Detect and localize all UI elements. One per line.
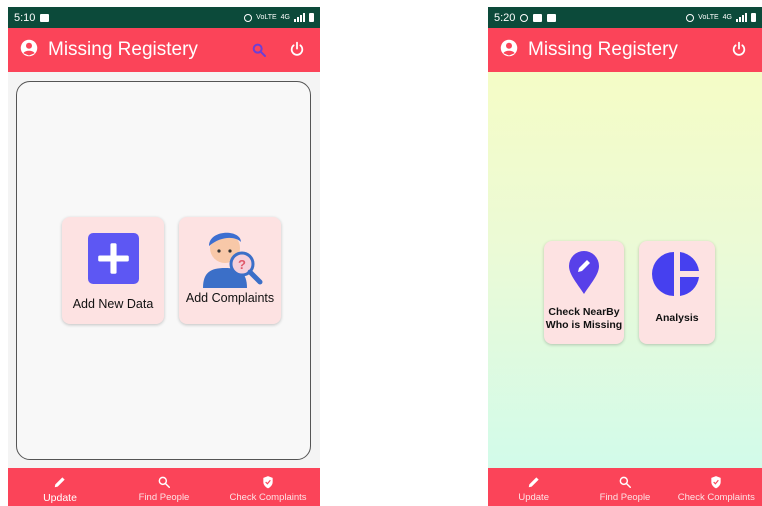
card-container: Add New Data ? Add Complaints bbox=[16, 81, 311, 460]
pencil-icon bbox=[54, 477, 65, 488]
app-bar: Missing Registery bbox=[8, 28, 320, 72]
nav-update[interactable]: Update bbox=[488, 468, 579, 506]
person-search-icon: ? bbox=[203, 232, 263, 288]
nav-find-people-label: Find People bbox=[599, 492, 651, 503]
power-icon[interactable] bbox=[730, 40, 748, 60]
signal-icon bbox=[294, 13, 305, 22]
analysis-card[interactable]: Analysis bbox=[639, 241, 715, 344]
add-complaints-label: Add Complaints bbox=[185, 291, 275, 305]
add-new-data-label: Add New Data bbox=[72, 297, 154, 311]
network-label: 4G bbox=[722, 14, 732, 21]
search-icon bbox=[158, 476, 170, 488]
battery-icon bbox=[309, 13, 314, 22]
location-pin-icon bbox=[569, 251, 599, 294]
svg-text:?: ? bbox=[238, 257, 246, 272]
status-time: 5:20 bbox=[494, 11, 516, 24]
network-label: 4G bbox=[280, 14, 290, 21]
status-bar: 5:20 VoLTE 4G bbox=[488, 7, 762, 28]
nav-find-people[interactable]: Find People bbox=[579, 468, 670, 506]
bottom-nav: Update Find People Check Complaints bbox=[488, 468, 762, 506]
volte-label: VoLTE bbox=[698, 14, 719, 21]
shield-icon bbox=[263, 476, 273, 489]
pie-chart-icon bbox=[652, 252, 699, 296]
check-nearby-label: Check NearBy Who is Missing bbox=[545, 306, 623, 331]
search-icon bbox=[619, 476, 631, 488]
whatsapp-icon bbox=[520, 13, 529, 22]
pencil-icon bbox=[528, 477, 539, 488]
nav-find-people[interactable]: Find People bbox=[112, 468, 216, 506]
nav-update-label: Update bbox=[43, 492, 77, 504]
nav-update[interactable]: Update bbox=[8, 468, 112, 506]
message-icon bbox=[547, 13, 557, 22]
battery-icon bbox=[751, 13, 756, 22]
add-new-data-card[interactable]: Add New Data bbox=[62, 217, 164, 324]
add-complaints-card[interactable]: ? Add Complaints bbox=[179, 217, 281, 324]
status-time: 5:10 bbox=[14, 11, 36, 24]
shield-icon bbox=[711, 476, 721, 489]
account-icon[interactable] bbox=[20, 39, 38, 62]
signal-icon bbox=[736, 13, 747, 22]
alarm-icon bbox=[686, 13, 695, 22]
app-title: Missing Registery bbox=[528, 39, 678, 60]
analysis-label: Analysis bbox=[655, 312, 699, 324]
account-icon[interactable] bbox=[500, 39, 518, 62]
main-content: Check NearBy Who is Missing Analysis bbox=[488, 72, 762, 468]
app-bar: Missing Registery bbox=[488, 28, 762, 72]
status-bar: 5:10 VoLTE 4G bbox=[8, 7, 320, 28]
power-icon[interactable] bbox=[288, 40, 306, 60]
nav-check-complaints[interactable]: Check Complaints bbox=[216, 468, 320, 506]
check-nearby-card[interactable]: Check NearBy Who is Missing bbox=[544, 241, 624, 344]
plus-square-icon bbox=[87, 233, 139, 284]
main-content: Add New Data ? Add Complaints bbox=[8, 72, 320, 468]
nav-update-label: Update bbox=[518, 492, 549, 503]
alarm-icon bbox=[244, 13, 253, 22]
nav-check-complaints[interactable]: Check Complaints bbox=[671, 468, 762, 506]
bottom-nav: Update Find People Check Complaints bbox=[8, 468, 320, 506]
gallery-icon bbox=[533, 13, 543, 22]
nav-find-people-label: Find People bbox=[138, 492, 190, 503]
message-icon bbox=[40, 13, 50, 22]
phone-screen-home: 5:10 VoLTE 4G Missing Registery Add New … bbox=[8, 7, 320, 506]
nav-check-complaints-label: Check Complaints bbox=[229, 492, 307, 503]
nav-check-complaints-label: Check Complaints bbox=[677, 492, 755, 503]
app-title: Missing Registery bbox=[48, 39, 198, 60]
phone-screen-dashboard: 5:20 VoLTE 4G Missing Registery Check Ne… bbox=[488, 7, 762, 506]
volte-label: VoLTE bbox=[256, 14, 277, 21]
search-icon[interactable] bbox=[250, 40, 268, 60]
